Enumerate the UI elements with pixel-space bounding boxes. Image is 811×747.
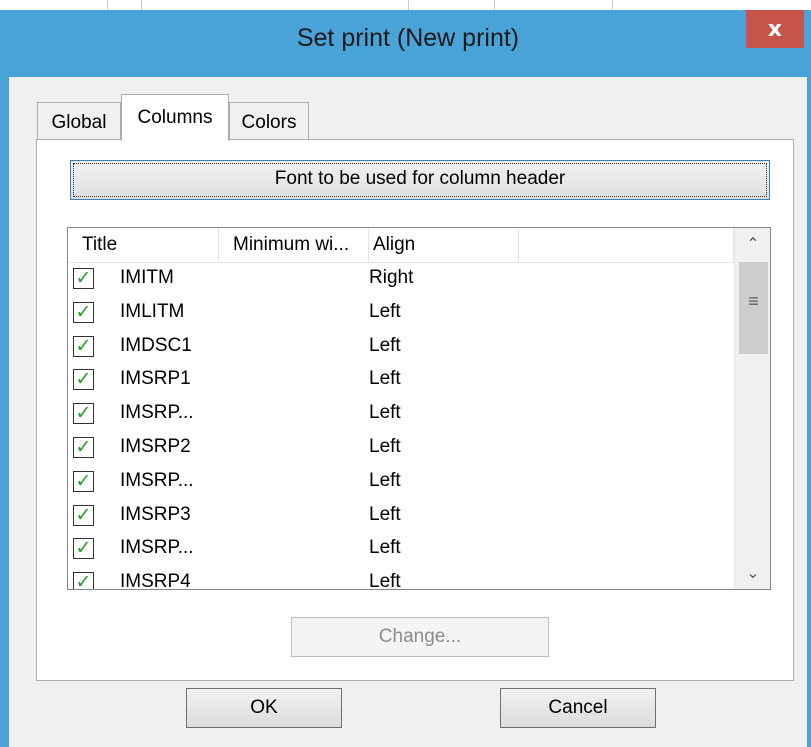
table-row[interactable]: ✓ IMSRP2 Left bbox=[68, 432, 734, 466]
check-icon: ✓ bbox=[75, 300, 92, 323]
vertical-scrollbar[interactable]: ⌃ ≡ ⌄ bbox=[734, 228, 770, 589]
tab-colors[interactable]: Colors bbox=[229, 102, 309, 140]
row-checkbox[interactable]: ✓ bbox=[73, 402, 94, 425]
tab-global[interactable]: Global bbox=[37, 102, 121, 140]
row-align: Left bbox=[369, 469, 401, 491]
title-bar[interactable]: Set print (New print) x bbox=[5, 10, 811, 70]
close-button[interactable]: x bbox=[746, 10, 804, 48]
column-header-font-button[interactable]: Font to be used for column header bbox=[70, 160, 770, 200]
row-align: Left bbox=[369, 300, 401, 322]
row-align: Left bbox=[369, 571, 401, 590]
set-print-dialog: Set print (New print) x Global Columns C… bbox=[5, 10, 811, 747]
row-title: IMITM bbox=[120, 267, 174, 288]
columns-tab-panel: Font to be used for column header Title … bbox=[36, 139, 794, 681]
check-icon: ✓ bbox=[75, 435, 92, 458]
row-checkbox[interactable]: ✓ bbox=[73, 300, 94, 323]
column-header-minimum-width[interactable]: Minimum wi... bbox=[219, 228, 369, 263]
row-align: Left bbox=[369, 435, 401, 457]
background-window-strip bbox=[0, 0, 811, 10]
columns-list[interactable]: Title Minimum wi... Align ✓ IMITM Right ✓ IM… bbox=[67, 227, 771, 590]
row-title: IMSRP1 bbox=[120, 368, 191, 390]
row-checkbox[interactable]: ✓ bbox=[73, 503, 94, 526]
cancel-button[interactable]: Cancel bbox=[500, 688, 656, 728]
table-row[interactable]: ✓ IMITM Right bbox=[68, 263, 734, 297]
row-align: Left bbox=[369, 368, 401, 390]
chevron-up-icon: ⌃ bbox=[746, 234, 760, 253]
tab-columns[interactable]: Columns bbox=[121, 94, 229, 141]
row-title: IMDSC1 bbox=[120, 334, 192, 356]
check-icon: ✓ bbox=[75, 267, 92, 289]
table-row[interactable]: ✓ IMSRP... Left bbox=[68, 533, 734, 567]
column-header-title[interactable]: Title bbox=[68, 228, 219, 263]
scroll-down-button[interactable]: ⌄ bbox=[735, 557, 770, 589]
table-row[interactable]: ✓ IMSRP... Left bbox=[68, 466, 734, 500]
columns-list-rows: ✓ IMITM Right ✓ IMLITM Left ✓ IMDSC1 Left ✓ IMSRP1… bbox=[68, 263, 734, 590]
table-row[interactable]: ✓ IMSRP... Left bbox=[68, 398, 734, 432]
row-align: Left bbox=[369, 503, 401, 525]
change-button[interactable]: Change... bbox=[291, 617, 549, 657]
check-icon: ✓ bbox=[75, 469, 92, 492]
row-title: IMSRP4 bbox=[120, 571, 191, 590]
close-icon: x bbox=[767, 17, 783, 42]
chevron-down-icon: ⌄ bbox=[746, 563, 760, 582]
background-line bbox=[408, 0, 409, 10]
row-checkbox[interactable]: ✓ bbox=[73, 571, 94, 590]
row-align: Left bbox=[369, 537, 401, 559]
window-title: Set print (New print) bbox=[296, 24, 520, 52]
check-icon: ✓ bbox=[75, 571, 92, 590]
scrollbar-thumb[interactable]: ≡ bbox=[739, 262, 768, 354]
table-row[interactable]: ✓ IMLITM Left bbox=[68, 297, 734, 331]
row-align: Right bbox=[369, 267, 414, 288]
row-checkbox[interactable]: ✓ bbox=[73, 435, 94, 458]
table-row[interactable]: ✓ IMSRP1 Left bbox=[68, 364, 734, 398]
background-line bbox=[141, 0, 142, 10]
row-checkbox[interactable]: ✓ bbox=[73, 469, 94, 492]
row-title: IMSRP... bbox=[120, 537, 194, 559]
row-checkbox[interactable]: ✓ bbox=[73, 268, 94, 289]
row-checkbox[interactable]: ✓ bbox=[73, 537, 94, 560]
background-line bbox=[494, 0, 495, 10]
check-icon: ✓ bbox=[75, 402, 92, 425]
check-icon: ✓ bbox=[75, 537, 92, 560]
row-title: IMSRP3 bbox=[120, 503, 191, 525]
row-align: Left bbox=[369, 334, 401, 356]
background-line bbox=[612, 0, 613, 10]
scroll-up-button[interactable]: ⌃ bbox=[735, 228, 770, 260]
row-title: IMSRP... bbox=[120, 402, 194, 424]
column-header-empty bbox=[519, 228, 734, 263]
dialog-client-area: Global Columns Colors Font to be used fo… bbox=[9, 77, 807, 747]
table-row[interactable]: ✓ IMSRP3 Left bbox=[68, 500, 734, 534]
row-align: Left bbox=[369, 402, 401, 424]
row-title: IMLITM bbox=[120, 300, 185, 322]
row-title: IMSRP2 bbox=[120, 435, 191, 457]
check-icon: ✓ bbox=[75, 334, 92, 357]
row-checkbox[interactable]: ✓ bbox=[73, 334, 94, 357]
focus-rectangle bbox=[73, 163, 767, 197]
table-row[interactable]: ✓ IMDSC1 Left bbox=[68, 331, 734, 365]
grip-icon: ≡ bbox=[748, 291, 759, 311]
background-line bbox=[107, 0, 108, 10]
ok-button[interactable]: OK bbox=[186, 688, 342, 728]
check-icon: ✓ bbox=[75, 503, 92, 526]
table-row[interactable]: ✓ IMSRP4 Left bbox=[68, 567, 734, 590]
row-title: IMSRP... bbox=[120, 469, 194, 491]
column-header-align[interactable]: Align bbox=[369, 228, 519, 263]
row-checkbox[interactable]: ✓ bbox=[73, 368, 94, 391]
check-icon: ✓ bbox=[75, 368, 92, 391]
